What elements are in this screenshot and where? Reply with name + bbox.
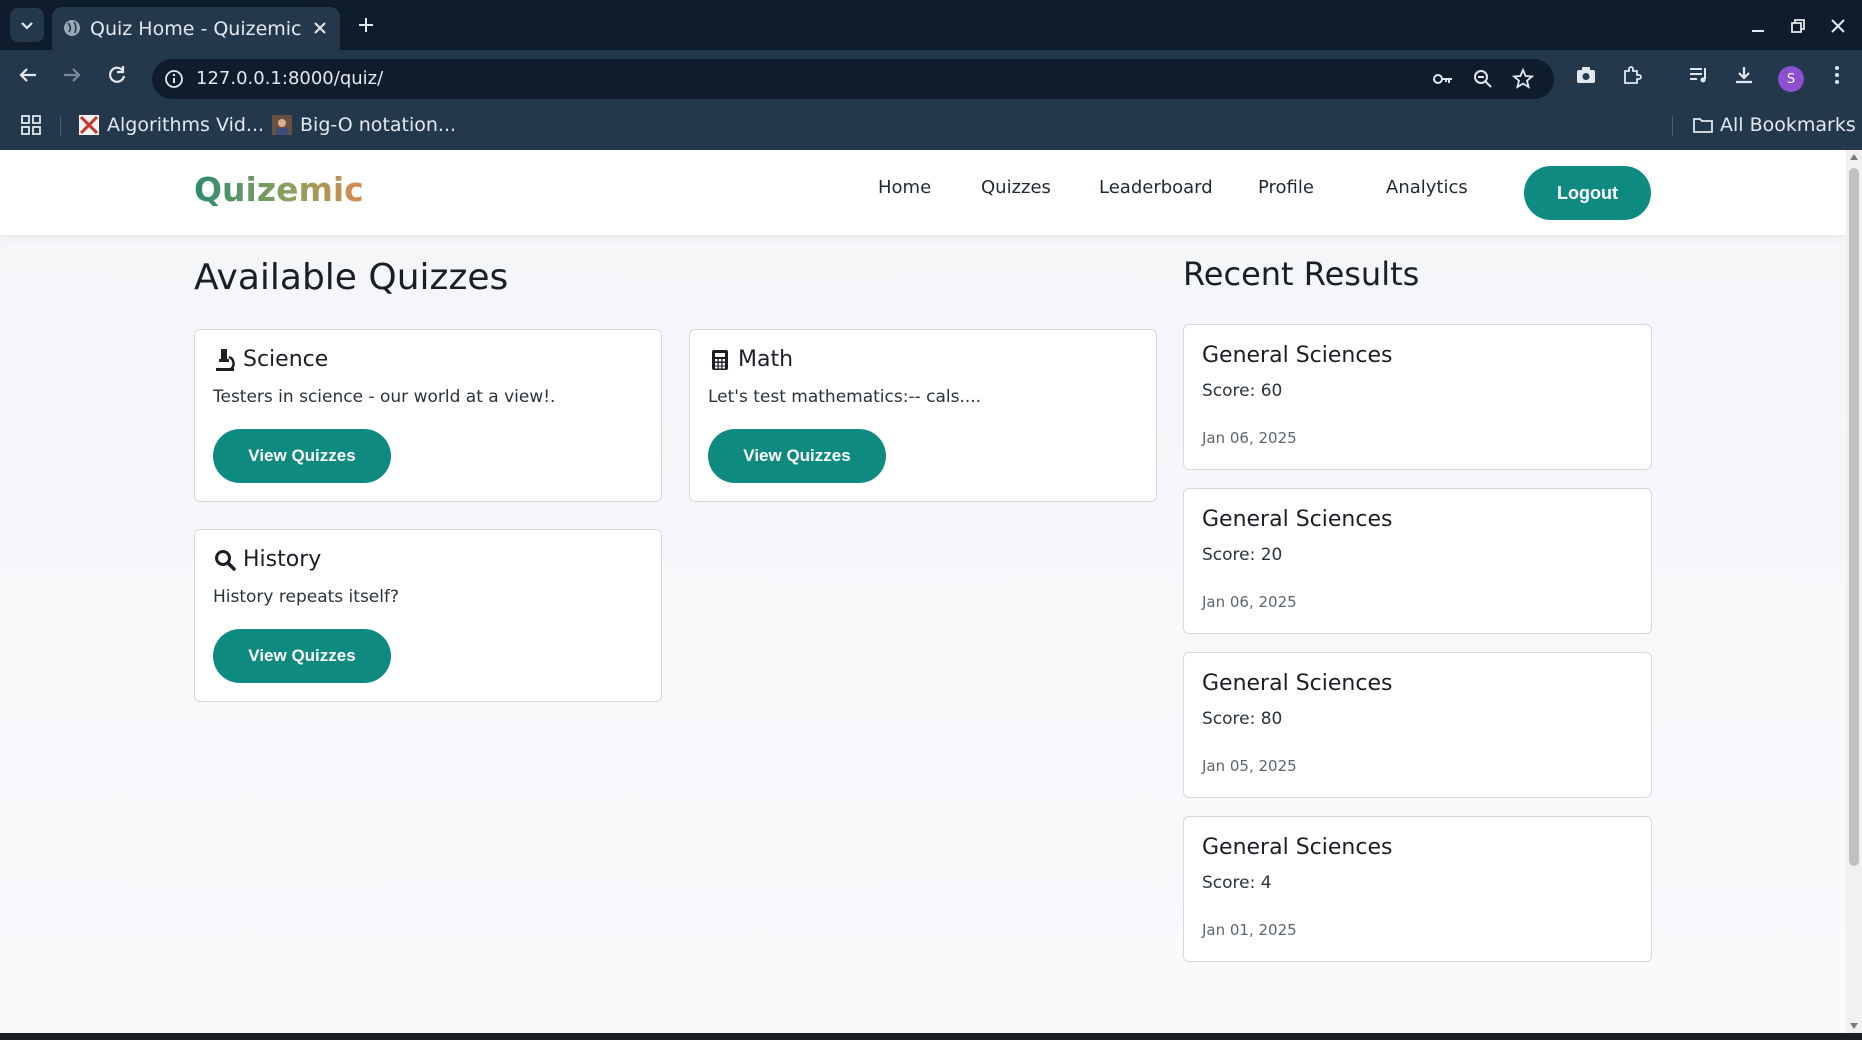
back-button[interactable] bbox=[12, 59, 44, 91]
site-info-icon[interactable] bbox=[162, 67, 186, 91]
result-quiz-name: General Sciences bbox=[1202, 835, 1393, 860]
calculator-icon bbox=[708, 348, 732, 372]
restore-icon bbox=[1791, 19, 1805, 33]
folder-icon bbox=[1692, 115, 1713, 135]
result-score: Score: 80 bbox=[1202, 709, 1283, 729]
globe-icon bbox=[62, 18, 82, 42]
address-bar[interactable]: 127.0.0.1:8000/quiz/ bbox=[152, 59, 1554, 99]
url-text[interactable]: 127.0.0.1:8000/quiz/ bbox=[196, 68, 383, 89]
recent-results-title: Recent Results bbox=[1183, 255, 1420, 293]
arrow-right-icon bbox=[64, 68, 81, 82]
result-date: Jan 05, 2025 bbox=[1202, 757, 1297, 775]
view-quizzes-button[interactable]: View Quizzes bbox=[213, 429, 391, 483]
quiz-description: Let's test mathematics:-- cals.... bbox=[708, 387, 982, 407]
big-o-favicon-icon bbox=[272, 115, 292, 135]
nav-analytics[interactable]: Analytics bbox=[1386, 177, 1468, 198]
result-card: General Sciences Score: 80 Jan 05, 2025 bbox=[1183, 652, 1652, 798]
nav-quizzes[interactable]: Quizzes bbox=[981, 177, 1051, 198]
browser-toolbar: 127.0.0.1:8000/quiz/ bbox=[0, 50, 1862, 100]
logout-button[interactable]: Logout bbox=[1524, 166, 1651, 220]
minimize-button[interactable] bbox=[1744, 12, 1772, 40]
bookmarks-bar: Algorithms Vid... Big-O notation... All … bbox=[0, 100, 1862, 150]
quiz-name: Math bbox=[738, 347, 794, 372]
apps-grid-icon bbox=[21, 115, 41, 135]
scroll-down-arrow-icon[interactable] bbox=[1850, 1023, 1858, 1029]
zoom-icon[interactable] bbox=[1470, 66, 1496, 92]
result-quiz-name: General Sciences bbox=[1202, 343, 1393, 368]
scrollbar-thumb[interactable] bbox=[1849, 168, 1859, 866]
page-viewport: Quizemic Home Quizzes Leaderboard Profil… bbox=[0, 150, 1846, 1033]
nav-home[interactable]: Home bbox=[878, 177, 931, 198]
quiz-card-math: Math Let's test mathematics:-- cals.... … bbox=[689, 329, 1157, 502]
scroll-up-arrow-icon[interactable] bbox=[1850, 154, 1858, 160]
view-quizzes-button[interactable]: View Quizzes bbox=[708, 429, 886, 483]
key-icon[interactable] bbox=[1430, 66, 1456, 92]
available-quizzes-title: Available Quizzes bbox=[194, 257, 509, 298]
reload-button[interactable] bbox=[101, 59, 133, 91]
download-icon[interactable] bbox=[1729, 60, 1759, 90]
result-quiz-name: General Sciences bbox=[1202, 671, 1393, 696]
algorithms-favicon-icon bbox=[79, 115, 99, 135]
camera-icon[interactable] bbox=[1571, 60, 1601, 90]
result-date: Jan 01, 2025 bbox=[1202, 921, 1297, 939]
arrow-left-icon bbox=[19, 68, 36, 82]
bookmark-label: Algorithms Vid... bbox=[107, 114, 265, 136]
bookmark-algorithms[interactable]: Algorithms Vid... bbox=[79, 112, 264, 138]
microscope-icon bbox=[213, 348, 237, 372]
site-navbar: Quizemic Home Quizzes Leaderboard Profil… bbox=[0, 150, 1846, 235]
apps-button[interactable] bbox=[20, 112, 42, 138]
result-score: Score: 20 bbox=[1202, 545, 1283, 565]
bookmark-big-o[interactable]: Big-O notation... bbox=[272, 112, 456, 138]
result-card: General Sciences Score: 20 Jan 06, 2025 bbox=[1183, 488, 1652, 634]
tab-list-button[interactable] bbox=[10, 8, 44, 42]
reload-icon bbox=[109, 66, 126, 83]
forward-button[interactable] bbox=[56, 59, 88, 91]
bookmark-label: Big-O notation... bbox=[300, 114, 457, 136]
quiz-card-header: Science bbox=[213, 347, 328, 372]
close-icon bbox=[1831, 19, 1845, 33]
brand-logo[interactable]: Quizemic bbox=[194, 170, 364, 209]
close-window-button[interactable] bbox=[1824, 12, 1852, 40]
nav-leaderboard[interactable]: Leaderboard bbox=[1099, 177, 1213, 198]
all-bookmarks-label: All Bookmarks bbox=[1720, 114, 1856, 136]
view-quizzes-button[interactable]: View Quizzes bbox=[213, 629, 391, 683]
bookmark-separator bbox=[60, 116, 61, 136]
result-card: General Sciences Score: 60 Jan 06, 2025 bbox=[1183, 324, 1652, 470]
search-icon bbox=[213, 548, 237, 572]
media-controls-icon[interactable] bbox=[1684, 60, 1714, 90]
page-scrollbar[interactable] bbox=[1846, 150, 1862, 1033]
bookmark-separator bbox=[1672, 116, 1673, 136]
quiz-card-science: Science Testers in science - our world a… bbox=[194, 329, 662, 502]
new-tab-button[interactable] bbox=[352, 11, 380, 39]
browser-tab-bar: Quiz Home - Quizemic bbox=[0, 0, 1862, 50]
result-card: General Sciences Score: 4 Jan 01, 2025 bbox=[1183, 816, 1652, 962]
chevron-down-icon bbox=[21, 22, 33, 30]
nav-profile[interactable]: Profile bbox=[1258, 177, 1314, 198]
quiz-card-history: History History repeats itself? View Qui… bbox=[194, 529, 662, 702]
profile-avatar[interactable]: S bbox=[1778, 66, 1804, 92]
browser-tab[interactable]: Quiz Home - Quizemic bbox=[52, 7, 340, 50]
plus-icon bbox=[359, 18, 373, 32]
tab-title: Quiz Home - Quizemic bbox=[90, 18, 302, 40]
result-date: Jan 06, 2025 bbox=[1202, 593, 1297, 611]
quiz-name: Science bbox=[243, 347, 329, 372]
quiz-description: Testers in science - our world at a view… bbox=[213, 387, 556, 407]
all-bookmarks-button[interactable]: All Bookmarks bbox=[1692, 112, 1856, 138]
result-quiz-name: General Sciences bbox=[1202, 507, 1393, 532]
close-tab-icon[interactable] bbox=[310, 18, 330, 42]
minimize-icon bbox=[1752, 30, 1764, 32]
window-bottom-edge bbox=[0, 1033, 1862, 1040]
restore-button[interactable] bbox=[1784, 12, 1812, 40]
result-score: Score: 60 bbox=[1202, 381, 1283, 401]
quiz-name: History bbox=[243, 547, 322, 572]
result-date: Jan 06, 2025 bbox=[1202, 429, 1297, 447]
quiz-description: History repeats itself? bbox=[213, 587, 399, 607]
result-score: Score: 4 bbox=[1202, 873, 1272, 893]
extensions-icon[interactable] bbox=[1617, 60, 1647, 90]
menu-kebab-icon[interactable] bbox=[1822, 60, 1852, 90]
quiz-card-header: Math bbox=[708, 347, 793, 372]
star-icon[interactable] bbox=[1510, 66, 1536, 92]
quiz-card-header: History bbox=[213, 547, 321, 572]
